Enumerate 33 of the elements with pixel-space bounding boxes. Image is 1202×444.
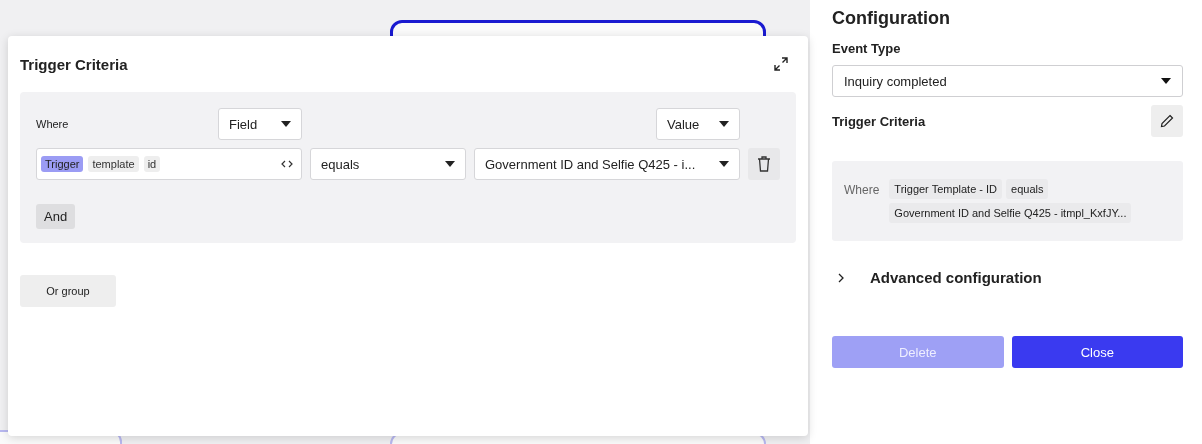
caret-icon [719, 121, 729, 127]
caret-icon [1161, 78, 1171, 84]
path-chip[interactable]: Trigger [41, 156, 84, 172]
code-icon[interactable] [281, 160, 293, 168]
close-button[interactable]: Close [1011, 336, 1183, 368]
value-dropdown[interactable]: Government ID and Selfie Q425 - i... [474, 148, 740, 180]
event-type-label: Event Type [832, 41, 902, 56]
delete-button[interactable] [748, 148, 780, 180]
operator-dropdown[interactable]: equals [310, 148, 466, 180]
caret-icon [719, 161, 729, 167]
where-label: Where [36, 118, 70, 130]
modal-title: Trigger Criteria [20, 55, 128, 73]
field-path-input[interactable]: Trigger template id [36, 148, 302, 180]
where-label: Where [844, 182, 880, 197]
caret-icon [281, 121, 291, 127]
criteria-tag: equals [1006, 179, 1049, 199]
pencil-icon [1160, 114, 1174, 128]
panel-title: Configuration [832, 8, 951, 29]
edit-button[interactable] [1151, 105, 1183, 137]
and-button[interactable]: And [36, 204, 76, 229]
criteria-tag: Trigger Template - ID [889, 179, 1003, 199]
criteria-tag: Government ID and Selfie Q425 - itmpl_KxfJY... [889, 203, 1132, 223]
or-group-button[interactable]: Or group [20, 275, 116, 307]
event-type-dropdown[interactable]: Inquiry completed [832, 65, 1183, 97]
trigger-criteria-label: Trigger Criteria [832, 113, 926, 129]
expand-icon[interactable] [774, 57, 788, 71]
path-chip[interactable]: id [143, 156, 161, 172]
advanced-configuration-toggle[interactable]: Advanced configuration [832, 269, 1183, 286]
value-dropdown[interactable]: Value [656, 108, 740, 140]
trash-icon [757, 156, 771, 172]
field-dropdown[interactable]: Field [218, 108, 302, 140]
path-chip[interactable]: template [88, 156, 139, 172]
caret-icon [445, 161, 455, 167]
